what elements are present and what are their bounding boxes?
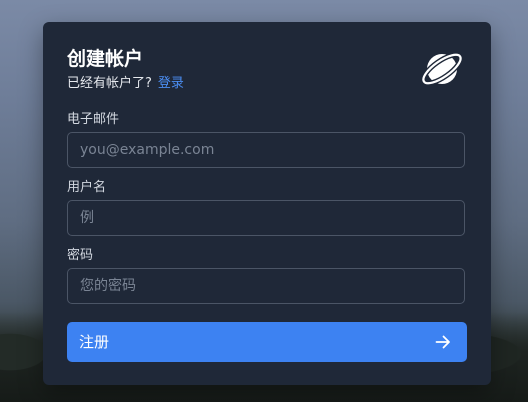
login-prompt: 已经有帐户了? 登录 xyxy=(67,75,184,93)
login-link[interactable]: 登录 xyxy=(158,76,184,91)
login-prompt-text: 已经有帐户了? xyxy=(67,76,152,91)
register-button-label: 注册 xyxy=(79,333,110,351)
signup-card: 创建帐户 已经有帐户了? 登录 电子邮件 用户名 密码 注册 xyxy=(43,22,491,385)
arrow-right-icon xyxy=(435,335,450,349)
password-field[interactable] xyxy=(67,268,465,304)
email-label: 电子邮件 xyxy=(67,112,120,127)
username-field[interactable] xyxy=(67,200,465,236)
email-field[interactable] xyxy=(67,132,465,168)
planet-icon xyxy=(420,52,464,86)
username-label: 用户名 xyxy=(67,180,107,195)
password-label: 密码 xyxy=(67,248,94,263)
register-button[interactable]: 注册 xyxy=(67,322,467,362)
page-title: 创建帐户 xyxy=(67,48,144,70)
